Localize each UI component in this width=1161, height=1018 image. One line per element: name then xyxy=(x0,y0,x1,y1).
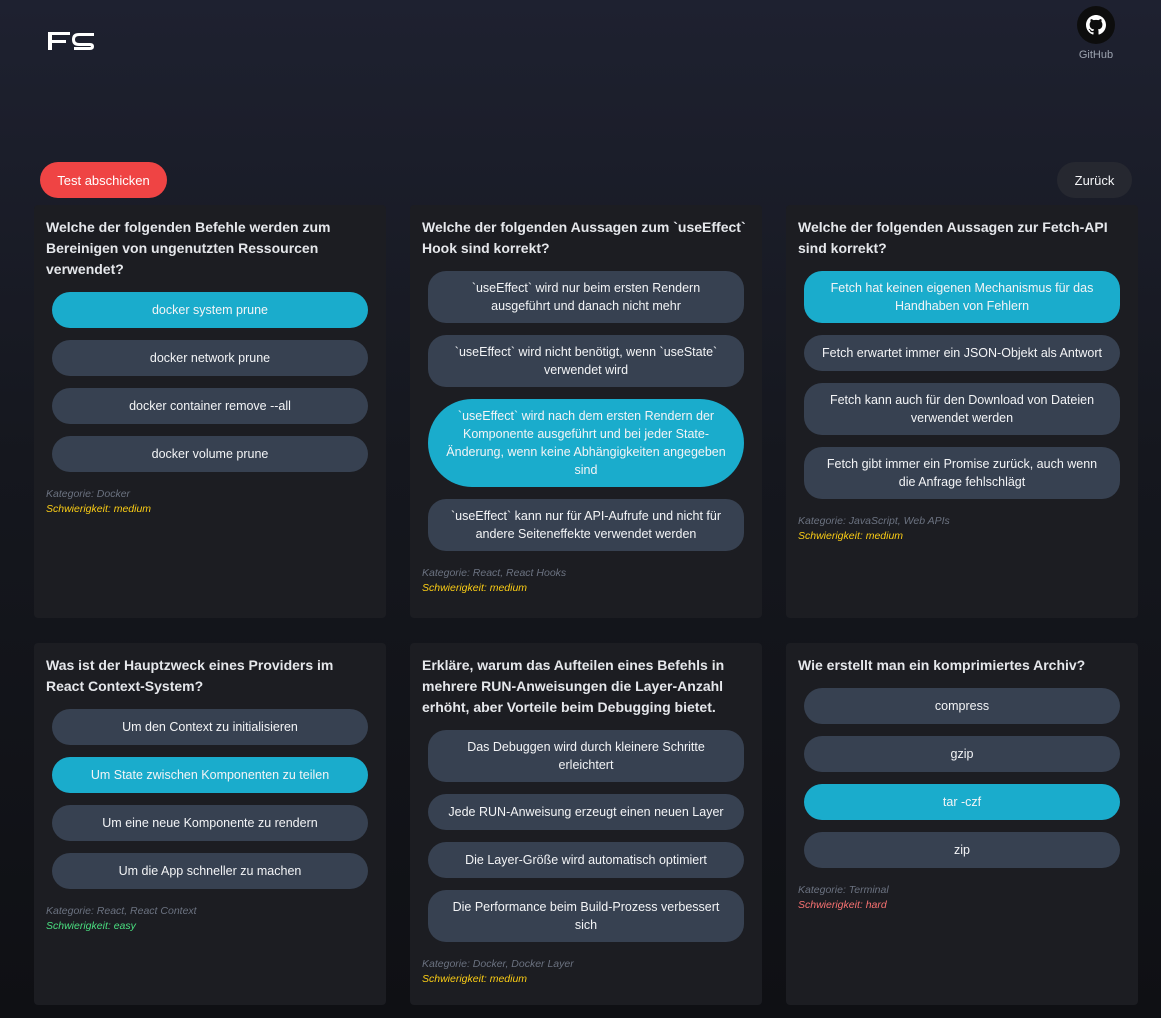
answer-option[interactable]: Um die App schneller zu machen xyxy=(52,853,368,889)
answer-option[interactable]: `useEffect` wird nicht benötigt, wenn `u… xyxy=(428,335,744,387)
difficulty-label: Schwierigkeit: hard xyxy=(798,899,887,911)
answer-option[interactable]: Um den Context zu initialisieren xyxy=(52,709,368,745)
category-label: Kategorie: Terminal xyxy=(798,884,889,896)
answer-options: compress gzip tar -czf zip xyxy=(798,688,1126,868)
back-button[interactable]: Zurück xyxy=(1057,162,1132,198)
difficulty-label: Schwierigkeit: medium xyxy=(46,503,152,515)
answer-option[interactable]: `useEffect` wird nur beim ersten Rendern… xyxy=(428,271,744,323)
answer-option[interactable]: Die Layer-Größe wird automatisch optimie… xyxy=(428,842,744,878)
github-link[interactable]: GitHub xyxy=(1077,6,1115,61)
question-card: Welche der folgenden Aussagen zur Fetch-… xyxy=(786,205,1138,618)
answer-option[interactable]: Fetch kann auch für den Download von Dat… xyxy=(804,383,1120,435)
answer-options: Das Debuggen wird durch kleinere Schritt… xyxy=(422,730,750,942)
answer-options: Um den Context zu initialisieren Um Stat… xyxy=(46,709,374,889)
category-label: Kategorie: React, React Hooks xyxy=(422,567,567,579)
difficulty-label: Schwierigkeit: medium xyxy=(422,973,528,985)
answer-option[interactable]: Die Performance beim Build-Prozess verbe… xyxy=(428,890,744,942)
category-label: Kategorie: Docker xyxy=(46,488,131,500)
answer-option[interactable]: Fetch hat keinen eigenen Mechanismus für… xyxy=(804,271,1120,323)
github-label: GitHub xyxy=(1078,49,1114,61)
difficulty-label: Schwierigkeit: easy xyxy=(46,920,136,932)
app-logo xyxy=(48,32,94,50)
question-text: Was ist der Hauptzweck eines Providers i… xyxy=(46,657,334,694)
question-text: Welche der folgenden Aussagen zum `useEf… xyxy=(422,219,746,256)
answer-option[interactable]: docker container remove --all xyxy=(52,388,368,424)
submit-test-button[interactable]: Test abschicken xyxy=(40,162,167,198)
answer-options: Fetch hat keinen eigenen Mechanismus für… xyxy=(798,271,1126,499)
difficulty-label: Schwierigkeit: medium xyxy=(798,530,904,542)
answer-option[interactable]: docker network prune xyxy=(52,340,368,376)
question-meta: Kategorie: Docker Schwierigkeit: medium xyxy=(46,487,374,517)
answer-option[interactable]: Das Debuggen wird durch kleinere Schritt… xyxy=(428,730,744,782)
question-meta: Kategorie: React, React Context Schwieri… xyxy=(46,904,374,934)
question-card: Was ist der Hauptzweck eines Providers i… xyxy=(34,643,386,1005)
category-label: Kategorie: Docker, Docker Layer xyxy=(422,958,574,970)
question-meta: Kategorie: JavaScript, Web APIs Schwieri… xyxy=(798,514,1126,544)
question-card: Welche der folgenden Befehle werden zum … xyxy=(34,205,386,618)
answer-option[interactable]: compress xyxy=(804,688,1120,724)
question-text: Wie erstellt man ein komprimiertes Archi… xyxy=(798,657,1086,673)
question-card: Welche der folgenden Aussagen zum `useEf… xyxy=(410,205,762,618)
answer-option[interactable]: docker volume prune xyxy=(52,436,368,472)
question-text: Welche der folgenden Befehle werden zum … xyxy=(46,219,331,277)
answer-option[interactable]: zip xyxy=(804,832,1120,868)
answer-option[interactable]: Fetch gibt immer ein Promise zurück, auc… xyxy=(804,447,1120,499)
question-meta: Kategorie: React, React Hooks Schwierigk… xyxy=(422,566,750,596)
answer-option[interactable]: `useEffect` wird nach dem ersten Rendern… xyxy=(428,399,744,487)
answer-option[interactable]: gzip xyxy=(804,736,1120,772)
question-card: Erkläre, warum das Aufteilen eines Befeh… xyxy=(410,643,762,1005)
question-meta: Kategorie: Docker, Docker Layer Schwieri… xyxy=(422,957,750,987)
question-card: Wie erstellt man ein komprimiertes Archi… xyxy=(786,643,1138,1005)
answer-options: `useEffect` wird nur beim ersten Rendern… xyxy=(422,271,750,551)
question-meta: Kategorie: Terminal Schwierigkeit: hard xyxy=(798,883,1126,913)
answer-option[interactable]: Jede RUN-Anweisung erzeugt einen neuen L… xyxy=(428,794,744,830)
answer-option[interactable]: Um eine neue Komponente zu rendern xyxy=(52,805,368,841)
answer-option[interactable]: docker system prune xyxy=(52,292,368,328)
answer-option[interactable]: `useEffect` kann nur für API-Aufrufe und… xyxy=(428,499,744,551)
category-label: Kategorie: JavaScript, Web APIs xyxy=(798,515,950,527)
answer-option[interactable]: Um State zwischen Komponenten zu teilen xyxy=(52,757,368,793)
category-label: Kategorie: React, React Context xyxy=(46,905,197,917)
answer-option[interactable]: Fetch erwartet immer ein JSON-Objekt als… xyxy=(804,335,1120,371)
question-text: Welche der folgenden Aussagen zur Fetch-… xyxy=(798,219,1108,256)
difficulty-label: Schwierigkeit: medium xyxy=(422,582,528,594)
answer-option[interactable]: tar -czf xyxy=(804,784,1120,820)
github-icon[interactable] xyxy=(1077,6,1115,44)
question-text: Erkläre, warum das Aufteilen eines Befeh… xyxy=(422,657,725,715)
answer-options: docker system prune docker network prune… xyxy=(46,292,374,472)
